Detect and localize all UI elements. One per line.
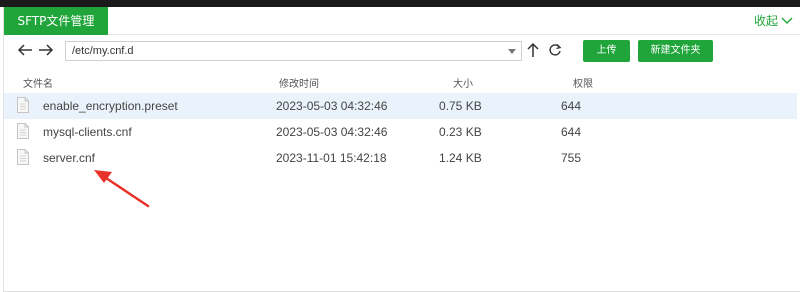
file-modified: 2023-05-03 04:32:46	[276, 125, 388, 139]
file-modified: 2023-11-01 15:42:18	[276, 151, 387, 165]
parent-directory-button[interactable]	[524, 41, 542, 59]
file-name: mysql-clients.cnf	[43, 125, 132, 139]
table-row[interactable]: server.cnf 2023-11-01 15:42:18 1.24 KB 7…	[4, 145, 797, 171]
collapse-label: 收起	[753, 14, 778, 28]
forward-button[interactable]	[37, 41, 55, 59]
file-name: server.cnf	[43, 151, 96, 165]
path-input[interactable]: /etc/my.cnf.d	[65, 41, 522, 61]
file-permission: 644	[561, 125, 582, 139]
tab-sftp-file-manager[interactable]: SFTP文件管理	[4, 7, 108, 35]
toolbar: /etc/my.cnf.d 上传 新建文件夹	[4, 35, 800, 65]
path-dropdown-icon[interactable]	[508, 49, 516, 54]
file-size: 0.75 KB	[439, 99, 482, 113]
file-size: 1.24 KB	[439, 151, 482, 165]
panel-header: SFTP文件管理 收起	[4, 7, 800, 35]
path-value: /etc/my.cnf.d	[72, 45, 134, 57]
arrow-left-icon	[17, 44, 32, 56]
file-name: enable_encryption.preset	[43, 99, 178, 113]
upload-button[interactable]: 上传	[583, 40, 630, 62]
refresh-button[interactable]	[546, 41, 564, 59]
collapse-button[interactable]: 收起	[754, 7, 793, 35]
refresh-icon	[549, 44, 562, 56]
column-size[interactable]: 大小	[453, 75, 473, 90]
column-modified[interactable]: 修改时间	[279, 75, 319, 90]
table-row[interactable]: enable_encryption.preset 2023-05-03 04:3…	[4, 93, 797, 119]
file-table-header: 文件名 修改时间 大小 权限	[4, 73, 800, 93]
file-permission: 644	[561, 99, 582, 113]
chevron-down-icon	[781, 17, 793, 24]
arrow-up-icon	[527, 42, 539, 57]
file-icon	[17, 97, 29, 113]
file-permission: 755	[561, 151, 582, 165]
back-button[interactable]	[16, 41, 34, 59]
arrow-right-icon	[39, 44, 54, 56]
table-row[interactable]: mysql-clients.cnf 2023-05-03 04:32:46 0.…	[4, 119, 797, 145]
file-modified: 2023-05-03 04:32:46	[276, 99, 388, 113]
window-top-edge	[0, 0, 800, 7]
file-icon	[17, 123, 29, 139]
file-icon	[17, 149, 29, 165]
new-folder-button[interactable]: 新建文件夹	[638, 40, 713, 62]
column-name[interactable]: 文件名	[23, 75, 53, 90]
sftp-panel: SFTP文件管理 收起 /etc/my.cnf.d 上传 新建文件夹 文件名 修…	[3, 7, 800, 292]
column-permission[interactable]: 权限	[573, 75, 593, 90]
file-size: 0.23 KB	[439, 125, 482, 139]
